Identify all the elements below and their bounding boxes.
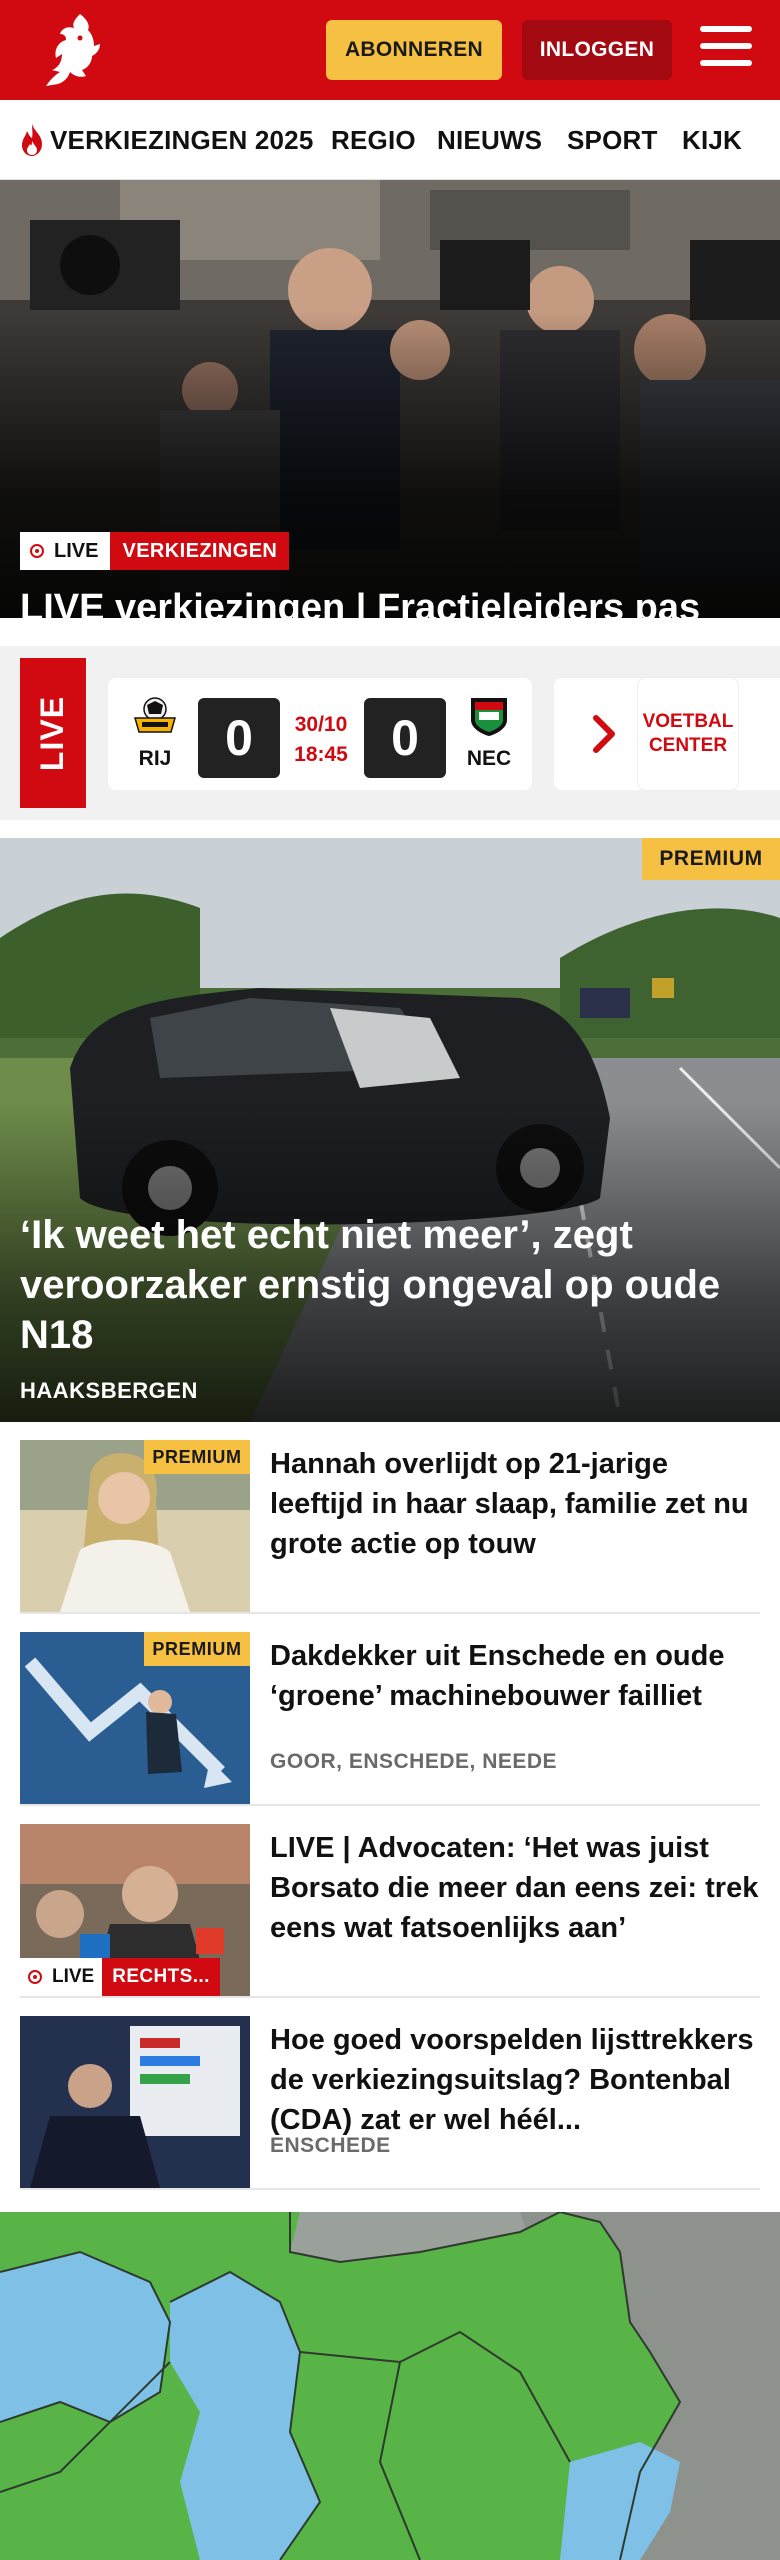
premium-badge: PREMIUM (642, 838, 780, 880)
voetbal-center-line1: VOETBAL (642, 711, 734, 732)
nav-item-nieuws[interactable]: NIEUWS (437, 100, 543, 179)
nav-item-label: REGIO (331, 124, 416, 155)
article-thumbnail (20, 2016, 250, 2188)
hero-category: VERKIEZINGEN (110, 532, 290, 570)
home-team: RIJ (120, 696, 190, 771)
chevron-right-icon (593, 715, 615, 753)
article-title[interactable]: LIVE | Advocaten: ‘Het was juist Borsato… (270, 1828, 760, 1948)
live-scores-label: LIVE (20, 658, 86, 808)
away-team: NEC (454, 696, 524, 771)
subscribe-button[interactable]: ABONNEREN (326, 20, 502, 80)
map-graphic (0, 2212, 780, 2560)
top-bar: ABONNEREN INLOGGEN (0, 0, 780, 100)
live-text: LIVE (52, 1966, 95, 1987)
list-item[interactable]: PREMIUM Hannah overlijdt op 21-jarige le… (20, 1422, 760, 1614)
article-live-tag: LIVE RECHTS... (20, 1958, 220, 1996)
nav-item-label: VERKIEZINGEN 2025 (50, 124, 314, 155)
article-location: ENSCHEDE (270, 2134, 391, 2157)
nec-crest-icon (471, 698, 507, 736)
live-dot-icon (28, 1970, 42, 1984)
nav-item-label: NIEUWS (437, 124, 543, 155)
nav-item-kijk[interactable]: KIJK (682, 100, 743, 179)
match-card[interactable]: RIJ 0 30/10 18:45 0 NEC (108, 678, 532, 790)
premium-badge: PREMIUM (144, 1632, 250, 1666)
home-score: 0 (198, 698, 280, 778)
nav-item-sport[interactable]: SPORT (567, 100, 658, 179)
live-label: LIVE (20, 1958, 103, 1996)
tubantia-horse-logo-icon[interactable] (34, 10, 108, 90)
home-team-name: RIJ (138, 747, 172, 770)
rijnsburgse-boys-crest-icon (134, 697, 176, 733)
match-date: 30/10 (294, 713, 348, 736)
lead-location: HAAKSBERGEN (20, 1378, 198, 1403)
article-thumbnail: PREMIUM (20, 1440, 250, 1612)
voetbal-center-line2: CENTER (648, 735, 728, 756)
nav-item-label: KIJK (682, 124, 743, 155)
nav-item-regio[interactable]: REGIO (331, 100, 416, 179)
hero-article[interactable]: LIVE VERKIEZINGEN LIVE verkiezingen | Fr… (0, 180, 780, 618)
match-time: 18:45 (294, 743, 348, 766)
article-location: GOOR, ENSCHEDE, NEEDE (270, 1750, 558, 1773)
live-scores-strip: LIVE RIJ 0 30/10 18:45 0 NEC VOETBAL CEN… (0, 646, 780, 820)
article-thumbnail: PREMIUM (20, 1632, 250, 1804)
away-score: 0 (364, 698, 446, 778)
hamburger-menu-icon[interactable] (700, 26, 752, 72)
hero-live-tag: LIVE VERKIEZINGEN (20, 532, 290, 570)
article-category: RECHTS... (102, 1958, 220, 1996)
list-item[interactable]: PREMIUM Dakdekker uit Enschede en oude ‘… (20, 1614, 760, 1806)
election-results-map[interactable] (0, 2212, 780, 2560)
login-button[interactable]: INLOGGEN (522, 20, 672, 80)
article-photo (20, 2016, 250, 2188)
away-team-name: NEC (466, 747, 512, 770)
voetbal-center-button[interactable]: VOETBAL CENTER (638, 678, 738, 790)
article-title[interactable]: Hoe goed voorspelden lijsttrek­kers de v… (270, 2020, 760, 2140)
nav-item-verkiezingen[interactable]: VERKIEZINGEN 2025 (18, 100, 314, 179)
list-item[interactable]: Hoe goed voorspelden lijsttrek­kers de v… (20, 1998, 760, 2190)
live-label: LIVE (20, 532, 111, 570)
article-title[interactable]: Hannah overlijdt op 21-jarige leeftijd i… (270, 1444, 760, 1564)
article-thumbnail: LIVE RECHTS... (20, 1824, 250, 1996)
flame-icon (22, 124, 42, 156)
premium-badge: PREMIUM (144, 1440, 250, 1474)
lead-article[interactable]: PREMIUM ‘Ik weet het echt niet meer’, ze… (0, 838, 780, 1422)
nav-item-label: SPORT (567, 124, 658, 155)
article-title[interactable]: Dakdekker uit Enschede en oude ‘groene’ … (270, 1636, 760, 1716)
match-datetime: 30/10 18:45 (286, 710, 356, 770)
hero-title[interactable]: LIVE verkiezingen | Fractieleiders pas d… (20, 584, 760, 618)
live-dot-icon (30, 544, 44, 558)
live-text: LIVE (54, 539, 99, 562)
lead-title[interactable]: ‘Ik weet het echt niet meer’, zegt veroo… (20, 1210, 760, 1360)
main-nav: VERKIEZINGEN 2025 REGIO NIEUWS SPORT KIJ… (0, 100, 780, 180)
list-item[interactable]: LIVE RECHTS... LIVE | Advocaten: ‘Het wa… (20, 1806, 760, 1998)
